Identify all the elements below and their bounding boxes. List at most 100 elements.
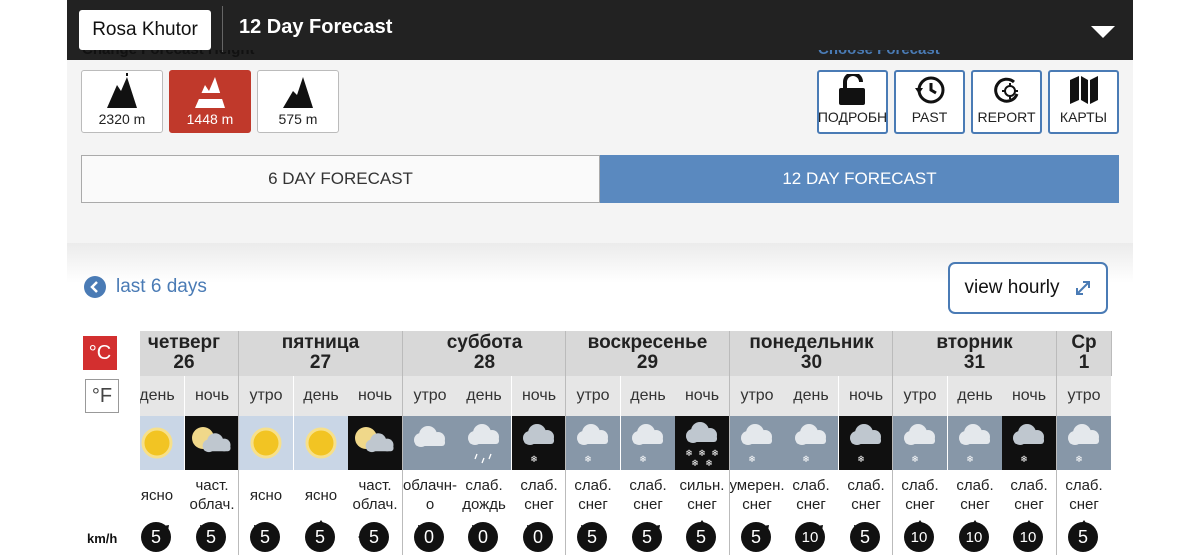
day-name: воскресенье [587,332,708,353]
maps-button[interactable]: КАРТЫ [1048,70,1119,134]
weather-description: ясно [304,486,338,504]
mountain-mid-icon [195,77,225,108]
weather-description: слаб. снег [956,477,994,513]
cloud-icon [403,416,457,470]
detailed-label: ПОДРОБН [817,109,888,125]
day-name: пятница [281,332,360,353]
expand-icon [1075,281,1090,295]
period-label: утро [730,376,784,416]
day-name: суббота [446,332,523,353]
height-button-mid[interactable]: 1448 m [169,70,251,133]
svg-text:❄: ❄ [639,454,647,464]
weather-description: част. облач. [189,477,235,513]
weather-description: ясно [140,486,174,504]
forecast-column: ночь ❄ слаб. снег 5 [839,376,893,555]
svg-text:❄: ❄ [711,448,719,458]
weather-description: сильн. снег [679,477,725,513]
wind-speed: 5 [632,522,662,552]
wind-indicator: 5 [1067,520,1101,554]
day-date: 1 [1078,352,1090,373]
sun-icon [239,416,293,470]
height-button-bottom[interactable]: 575 m [257,70,339,133]
day-header: понедельник 30 [730,331,894,376]
svg-text:❄: ❄ [911,454,919,464]
celsius-toggle[interactable]: °C [83,336,117,370]
weather-description: ясно [249,486,283,504]
page: Rosa Khutor 12 Day Forecast Change Forec… [0,0,1200,555]
period-label: день [457,376,511,416]
chevron-down-icon[interactable] [1091,26,1115,38]
snow-icon: ❄ [948,416,1002,470]
page-title: 12 Day Forecast [239,16,393,38]
sun-icon [140,416,184,470]
period-label: утро [403,376,457,416]
wind-speed: 5 [250,522,280,552]
view-hourly-button[interactable]: view hourly [948,262,1108,314]
forecast-column: утро ❄ умерен. снег 5 [729,376,785,555]
chevron-left-icon [84,276,106,298]
weather-description: слаб. снег [574,477,612,513]
forecast-column: день ясно 5 [294,376,348,555]
weather-description: слаб. дождь [462,477,506,513]
day-date: 31 [963,352,986,373]
weather-description: слаб. снег [792,477,830,513]
wind-speed: 5 [741,522,771,552]
wind-indicator: 10 [1012,520,1046,554]
night-partly-cloudy-icon [348,416,402,470]
period-label: утро [1057,376,1111,416]
forecast-column: день ясно 5 [140,376,184,555]
wind-indicator: 5 [195,520,229,554]
past-button[interactable]: PAST [894,70,965,134]
last-days-label: last 6 days [116,276,207,297]
detailed-button[interactable]: ПОДРОБН [817,70,888,134]
weather-description: част. облач. [352,477,398,513]
day-header: воскресенье 29 [566,331,730,376]
report-button[interactable]: REPORT [971,70,1042,134]
wind-indicator: 5 [576,520,610,554]
tab-12-day[interactable]: 12 DAY FORECAST [600,155,1119,203]
period-label: день [948,376,1002,416]
svg-text:❄: ❄ [698,448,706,458]
wind-indicator: 5 [140,520,174,554]
wind-indicator: 10 [958,520,992,554]
unlock-icon [838,74,865,105]
sun-icon [294,416,348,470]
svg-text:❄: ❄ [802,454,810,464]
forecast-column: день ❄ слаб. снег 10 [784,376,838,555]
period-label: ночь [512,376,566,416]
day-date: 30 [800,352,823,373]
tab-6-day[interactable]: 6 DAY FORECAST [81,155,600,203]
forecast-column: утро облачн- о 0 [403,376,457,555]
location-button[interactable]: Rosa Khutor [79,10,211,50]
last-days-link[interactable]: last 6 days [84,276,207,298]
wind-indicator: 10 [794,520,828,554]
wind-speed: 10 [904,522,934,552]
maps-label: КАРТЫ [1059,109,1108,125]
topbar-divider [222,6,223,52]
day-date: 26 [173,352,195,373]
wind-indicator: 10 [903,520,937,554]
wind-speed: 5 [1068,522,1098,552]
weather-description: умерен. снег [729,477,785,513]
height-button-top[interactable]: 2320 m [81,70,163,133]
fahrenheit-toggle[interactable]: °F [85,379,119,413]
period-label: день [784,376,838,416]
rain-icon [457,416,511,470]
forecast-column: ночь част. облач. 5 [348,376,402,555]
day-name: Ср [1071,332,1097,353]
svg-text:❄: ❄ [857,454,865,464]
day-date: 27 [309,352,332,373]
period-label: ночь [675,376,729,416]
wind-speed: 0 [414,522,444,552]
svg-text:❄: ❄ [748,454,756,464]
wind-speed: 10 [795,522,825,552]
wind-indicator: 0 [413,520,447,554]
forecast-column: день слаб. дождь 0 [457,376,511,555]
report-label: REPORT [977,109,1036,125]
snow-icon: ❄ [730,416,784,470]
wind-speed: 5 [359,522,389,552]
snow-icon: ❄ [784,416,838,470]
weather-description: слаб. снег [520,477,558,513]
snow-icon: ❄ [621,416,675,470]
weather-description: облачн- о [402,477,458,513]
